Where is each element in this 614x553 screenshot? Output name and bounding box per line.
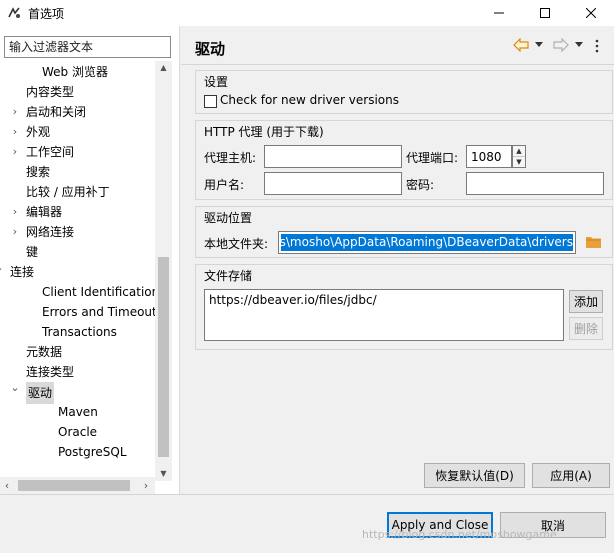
tree-item-label: PostgreSQL <box>58 445 127 459</box>
window-title: 首选项 <box>28 7 65 21</box>
scroll-right-icon[interactable]: › <box>139 477 153 494</box>
scroll-up-icon[interactable]: ▲ <box>155 61 172 75</box>
tree-item-label: 网络连接 <box>26 225 75 239</box>
scroll-left-icon[interactable]: ‹ <box>0 477 14 494</box>
group-title: 设置 <box>204 75 229 89</box>
file-storage-group: 文件存储 https://dbeaver.io/files/jdbc/ 添加 删… <box>195 264 613 350</box>
tree-item-label: Maven <box>58 405 98 419</box>
spin-up-icon[interactable]: ▲ <box>513 146 525 157</box>
view-menu-icon[interactable] <box>595 38 599 54</box>
remove-button[interactable]: 删除 <box>569 317 603 340</box>
forward-menu-chevron-icon[interactable] <box>575 42 583 48</box>
folder-icon[interactable] <box>586 236 601 248</box>
navigation-pane: Web 浏览器内容类型 › 启动和关闭 › 外观 › 工作空间搜索比较 / 应用补丁 › 编辑器… <box>0 26 180 494</box>
apply-button[interactable]: 应用(A) <box>532 463 610 488</box>
minimize-button[interactable] <box>476 0 522 26</box>
check-new-versions-label: Check for new driver versions <box>220 93 399 107</box>
minimize-icon <box>494 12 504 14</box>
group-title: 文件存储 <box>204 269 253 283</box>
chevron-right-icon[interactable]: › <box>10 102 20 122</box>
chevron-right-icon[interactable]: › <box>10 142 20 162</box>
forward-arrow-icon[interactable] <box>553 38 569 52</box>
maximize-button[interactable] <box>522 0 568 26</box>
tree-item-label: Client Identification <box>42 285 155 299</box>
proxy-host-label: 代理主机: <box>204 151 257 165</box>
group-title: HTTP 代理 (用于下载) <box>204 125 324 139</box>
username-field[interactable] <box>264 172 402 195</box>
list-item[interactable]: https://dbeaver.io/files/jdbc/ <box>209 293 559 307</box>
settings-group: 设置 Check for new driver versions <box>195 70 613 114</box>
tree-item-label: 驱动 <box>26 382 55 404</box>
tree-item-label: Web 浏览器 <box>42 65 108 79</box>
header-divider <box>181 64 614 65</box>
title-bar: 首选项 <box>0 0 614 26</box>
tree-item-label: 外观 <box>26 125 51 139</box>
app-icon <box>8 7 20 18</box>
tree-item-label: 搜索 <box>26 165 51 179</box>
tree-item-label: 编辑器 <box>26 205 63 219</box>
password-field[interactable] <box>466 172 604 195</box>
tree-vertical-scrollbar[interactable]: ▲ ▼ <box>155 61 172 481</box>
chevron-right-icon[interactable]: › <box>10 202 20 222</box>
tree-item-label: 元数据 <box>26 345 63 359</box>
tree-item-label: 连接 <box>10 265 35 279</box>
preference-page: 驱动 设置 Check for new driver versions HTTP… <box>181 26 614 494</box>
footer-divider <box>0 494 614 495</box>
tree-item-label: 工作空间 <box>26 145 75 159</box>
local-folder-field[interactable]: C:\Users\mosho\AppData\Roaming\DBeaverDa… <box>278 231 576 254</box>
tree-item-label: Transactions <box>42 325 117 339</box>
driver-location-group: 驱动位置 本地文件夹: C:\Users\mosho\AppData\Roami… <box>195 206 613 258</box>
back-menu-chevron-icon[interactable] <box>535 42 543 48</box>
storage-url-list[interactable]: https://dbeaver.io/files/jdbc/ <box>204 289 564 341</box>
restore-defaults-button[interactable]: 恢复默认值(D) <box>424 463 525 488</box>
preferences-tree: Web 浏览器内容类型 › 启动和关闭 › 外观 › 工作空间搜索比较 / 应用补丁 › 编辑器… <box>0 61 155 481</box>
tree-item-label: 键 <box>26 245 39 259</box>
chevron-down-icon[interactable]: ⌄ <box>0 262 4 282</box>
back-arrow-icon[interactable] <box>513 38 529 52</box>
chevron-down-icon[interactable]: ⌄ <box>10 382 20 402</box>
proxy-host-field[interactable] <box>264 145 402 168</box>
password-label: 密码: <box>406 178 435 192</box>
tree-item-label: 连接类型 <box>26 365 75 379</box>
close-button[interactable] <box>568 0 614 26</box>
maximize-icon <box>540 8 550 18</box>
tree-item-label: Errors and Timeouts <box>42 305 155 319</box>
page-title: 驱动 <box>195 40 226 58</box>
scrollbar-thumb[interactable] <box>18 480 130 491</box>
tree-item-label: 内容类型 <box>26 85 75 99</box>
scroll-down-icon[interactable]: ▼ <box>155 467 172 481</box>
tree-horizontal-scrollbar[interactable]: ‹ › <box>0 477 155 494</box>
proxy-port-spinner[interactable]: ▲ ▼ <box>512 145 526 168</box>
filter-input[interactable] <box>4 36 171 58</box>
local-folder-value: C:\Users\mosho\AppData\Roaming\DBeaverDa… <box>281 234 573 251</box>
proxy-port-field[interactable] <box>466 145 512 168</box>
chevron-right-icon[interactable]: › <box>10 122 20 142</box>
tree-item-label: 启动和关闭 <box>26 105 87 119</box>
tree-item-label: Oracle <box>58 425 98 439</box>
add-button[interactable]: 添加 <box>569 290 603 313</box>
spin-down-icon[interactable]: ▼ <box>513 157 525 168</box>
scrollbar-thumb[interactable] <box>158 257 169 457</box>
group-title: 驱动位置 <box>204 211 253 225</box>
chevron-right-icon[interactable]: › <box>10 222 20 242</box>
close-icon <box>586 8 596 18</box>
tree-item-label: 比较 / 应用补丁 <box>26 185 110 199</box>
watermark: https://blog.csdn.net/moshowgame <box>362 528 557 541</box>
proxy-port-label: 代理端口: <box>406 151 459 165</box>
check-new-versions-checkbox[interactable] <box>204 95 217 108</box>
http-proxy-group: HTTP 代理 (用于下载) 代理主机: 代理端口: ▲ ▼ 用户名: 密码: <box>195 120 613 200</box>
username-label: 用户名: <box>204 178 245 192</box>
local-folder-label: 本地文件夹: <box>204 237 269 251</box>
